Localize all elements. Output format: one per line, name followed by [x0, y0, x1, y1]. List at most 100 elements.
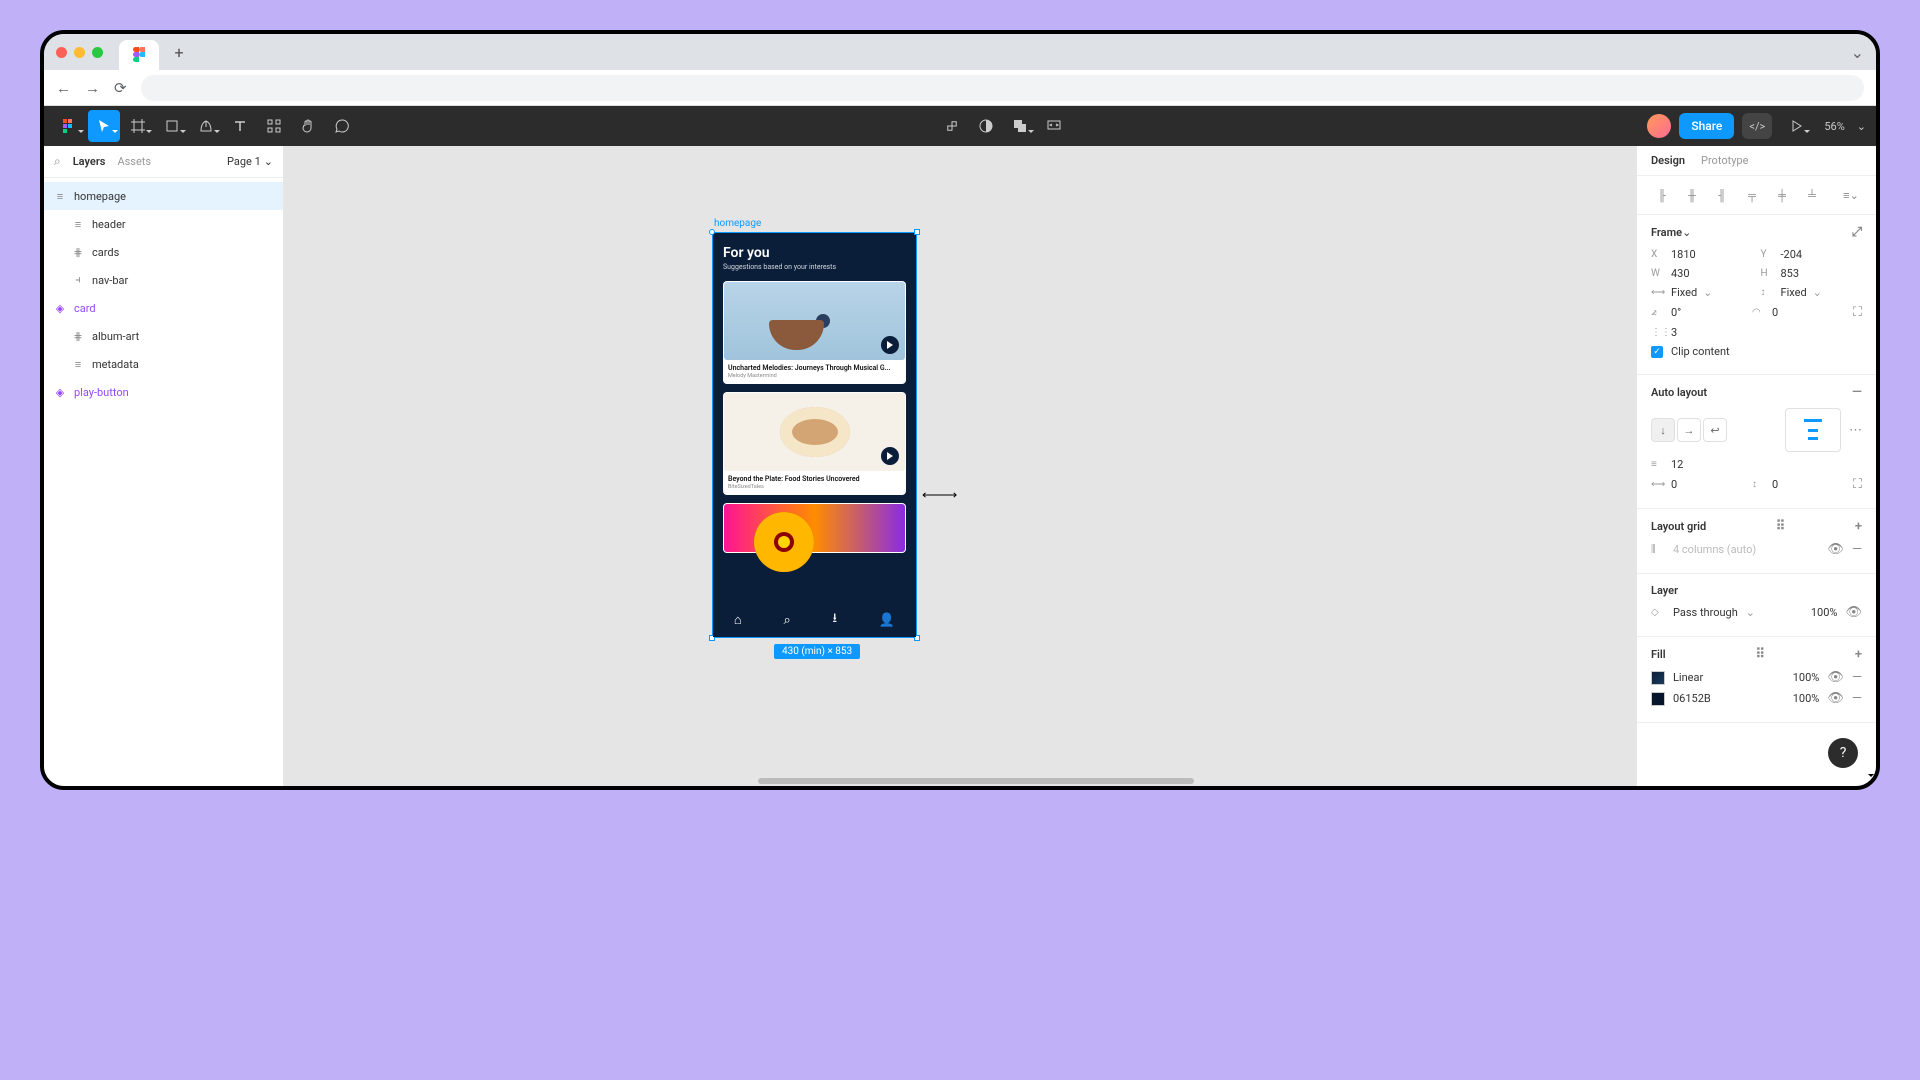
- forward-icon[interactable]: →: [85, 79, 100, 97]
- horizontal-scrollbar[interactable]: [584, 778, 1376, 786]
- text-tool-button[interactable]: [224, 110, 256, 142]
- resources-button[interactable]: [258, 110, 290, 142]
- zoom-level[interactable]: 56%: [1824, 120, 1844, 133]
- visibility-icon[interactable]: 👁: [1827, 670, 1844, 685]
- align-left-button[interactable]: ╟: [1649, 184, 1675, 206]
- add-fill-button[interactable]: +: [1855, 647, 1862, 662]
- tidy-up-button[interactable]: ≡⌄: [1838, 184, 1864, 206]
- independent-corners-button[interactable]: ⛶: [1853, 305, 1862, 320]
- height-mode-select[interactable]: Fixed: [1781, 286, 1807, 299]
- dev-handoff-icon[interactable]: [1038, 110, 1070, 142]
- fill-color[interactable]: 06152B: [1673, 692, 1711, 705]
- align-top-button[interactable]: ╤: [1739, 184, 1765, 206]
- chevron-down-icon[interactable]: ⌄: [1857, 120, 1866, 133]
- blend-mode-select[interactable]: Pass through: [1673, 606, 1738, 619]
- y-input[interactable]: -204: [1781, 248, 1803, 261]
- width-mode-select[interactable]: Fixed: [1671, 286, 1697, 299]
- fill-swatch[interactable]: [1651, 692, 1665, 706]
- align-vcenter-button[interactable]: ╪: [1769, 184, 1795, 206]
- grid-styles-button[interactable]: ⠿: [1776, 519, 1786, 534]
- layer-play-button-component[interactable]: ◈play-button: [44, 378, 283, 406]
- move-tool-button[interactable]: [88, 110, 120, 142]
- layer-navbar[interactable]: ⫞nav-bar: [44, 266, 283, 294]
- frame-homepage[interactable]: For you Suggestions based on your intere…: [712, 232, 917, 638]
- layer-homepage[interactable]: ≡homepage: [44, 182, 283, 210]
- reload-icon[interactable]: ⟳: [114, 79, 127, 97]
- direction-wrap-button[interactable]: ↩: [1703, 418, 1727, 442]
- layer-album-art[interactable]: ⋕album-art: [44, 322, 283, 350]
- width-input[interactable]: 430: [1671, 267, 1690, 280]
- resize-handle-tl[interactable]: [709, 229, 715, 235]
- gap-input[interactable]: 12: [1671, 458, 1683, 471]
- clip-content-checkbox[interactable]: ✓: [1651, 346, 1663, 358]
- align-hcenter-button[interactable]: ╫: [1679, 184, 1705, 206]
- layer-cards[interactable]: ⋕cards: [44, 238, 283, 266]
- search-icon[interactable]: ⌕: [54, 154, 61, 169]
- add-grid-button[interactable]: +: [1855, 519, 1862, 534]
- opacity-input[interactable]: 100%: [1811, 606, 1838, 619]
- fill-swatch[interactable]: [1651, 671, 1665, 685]
- padding-v-input[interactable]: 0: [1772, 478, 1778, 491]
- alignment-box[interactable]: [1785, 408, 1841, 452]
- layer-card-component[interactable]: ◈card: [44, 294, 283, 322]
- fill-styles-button[interactable]: ⠿: [1755, 647, 1765, 662]
- component-actions-button[interactable]: [936, 110, 968, 142]
- corner-radius-input[interactable]: 0: [1772, 306, 1778, 319]
- resize-handle-tr[interactable]: [914, 229, 920, 235]
- hand-tool-button[interactable]: [292, 110, 324, 142]
- boolean-ops-button[interactable]: [1004, 110, 1036, 142]
- chevron-down-icon[interactable]: ⌄: [1851, 43, 1864, 62]
- fill-opacity[interactable]: 100%: [1793, 671, 1820, 684]
- value-input[interactable]: 3: [1671, 326, 1677, 339]
- layer-header[interactable]: ≡header: [44, 210, 283, 238]
- grid-visibility-icon[interactable]: 👁: [1827, 542, 1844, 557]
- grid-value[interactable]: 4 columns (auto): [1673, 543, 1756, 556]
- present-button[interactable]: [1780, 110, 1812, 142]
- tab-design[interactable]: Design: [1651, 154, 1685, 167]
- independent-padding-button[interactable]: ⛶: [1853, 477, 1862, 492]
- layers-panel: ⌕ Layers Assets Page 1 ⌄ ≡homepage ≡head…: [44, 146, 284, 786]
- align-bottom-button[interactable]: ╧: [1799, 184, 1825, 206]
- minimize-window-icon[interactable]: [74, 47, 85, 58]
- direction-vertical-button[interactable]: ↓: [1651, 418, 1675, 442]
- remove-grid-button[interactable]: —: [1852, 542, 1862, 557]
- tab-layers[interactable]: Layers: [73, 155, 106, 168]
- canvas[interactable]: homepage For you Suggestions based on yo…: [284, 146, 1636, 786]
- height-input[interactable]: 853: [1781, 267, 1800, 280]
- maximize-window-icon[interactable]: [92, 47, 103, 58]
- align-right-button[interactable]: ╢: [1709, 184, 1735, 206]
- mask-button[interactable]: [970, 110, 1002, 142]
- x-input[interactable]: 1810: [1671, 248, 1696, 261]
- remove-fill-button[interactable]: —: [1852, 691, 1862, 706]
- shape-tool-button[interactable]: [156, 110, 188, 142]
- dev-mode-button[interactable]: </>: [1742, 113, 1772, 139]
- active-tab[interactable]: [119, 40, 159, 70]
- resize-to-fit-button[interactable]: ⤢: [1852, 225, 1862, 240]
- rotation-input[interactable]: 0°: [1671, 306, 1681, 319]
- share-button[interactable]: Share: [1679, 113, 1734, 139]
- new-tab-button[interactable]: +: [167, 40, 191, 64]
- comment-tool-button[interactable]: [326, 110, 358, 142]
- remove-fill-button[interactable]: —: [1852, 670, 1862, 685]
- help-button[interactable]: ?: [1828, 738, 1858, 768]
- pen-tool-button[interactable]: [190, 110, 222, 142]
- fill-opacity[interactable]: 100%: [1793, 692, 1820, 705]
- page-selector[interactable]: Page 1 ⌄: [227, 155, 273, 168]
- close-window-icon[interactable]: [56, 47, 67, 58]
- user-avatar[interactable]: [1647, 114, 1671, 138]
- visibility-icon[interactable]: 👁: [1845, 605, 1862, 620]
- visibility-icon[interactable]: 👁: [1827, 691, 1844, 706]
- back-icon[interactable]: ←: [56, 79, 71, 97]
- autolayout-more-button[interactable]: ⋯: [1849, 423, 1862, 438]
- direction-horizontal-button[interactable]: →: [1677, 418, 1701, 442]
- frame-name-label[interactable]: homepage: [714, 218, 761, 229]
- layer-metadata[interactable]: ≡metadata: [44, 350, 283, 378]
- tab-assets[interactable]: Assets: [117, 155, 151, 168]
- padding-h-input[interactable]: 0: [1671, 478, 1677, 491]
- main-menu-button[interactable]: [54, 110, 86, 142]
- fill-type[interactable]: Linear: [1673, 671, 1703, 684]
- frame-tool-button[interactable]: [122, 110, 154, 142]
- tab-prototype[interactable]: Prototype: [1701, 154, 1748, 167]
- remove-autolayout-button[interactable]: —: [1852, 385, 1862, 400]
- url-input[interactable]: [141, 75, 1864, 101]
